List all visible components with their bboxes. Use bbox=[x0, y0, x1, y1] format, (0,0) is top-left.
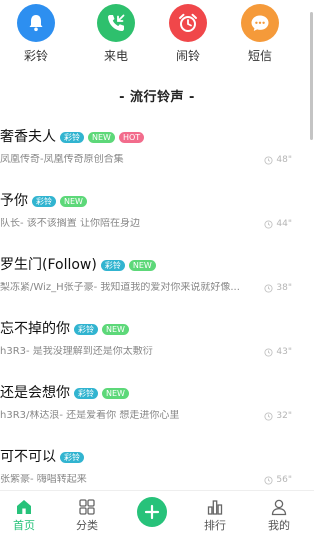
duration: 44" bbox=[264, 219, 292, 229]
song-subtitle: h3R3- 是我没理解到还是你太敷衍 bbox=[0, 346, 153, 357]
cailing-badge: 彩铃 bbox=[74, 323, 98, 335]
tab-category[interactable]: 分类 bbox=[67, 497, 107, 533]
duration-text: 43" bbox=[276, 347, 292, 357]
duration-text: 38" bbox=[276, 283, 292, 293]
clock-icon bbox=[264, 475, 273, 485]
duration: 56" bbox=[264, 475, 292, 485]
song-title: 可不可以 bbox=[0, 449, 56, 465]
tab-label: 首页 bbox=[13, 519, 35, 532]
song-subtitle: 队长- 该不该搁置 让你陪在身边 bbox=[0, 218, 140, 229]
hot-badge: HOT bbox=[118, 131, 145, 143]
clock-icon bbox=[264, 155, 273, 165]
clock-icon bbox=[264, 283, 273, 293]
song-title-row: 奢香夫人 彩铃 NEW HOT bbox=[0, 128, 145, 146]
list-item[interactable]: 罗生门(Follow) 彩铃 NEW 梨冻紧/Wiz_H张子豪- 我知道我的爱对… bbox=[0, 246, 314, 310]
list-item[interactable]: 奢香夫人 彩铃 NEW HOT 凤凰传奇-凤凰传奇原创合集 48" bbox=[0, 118, 314, 182]
song-title-row: 罗生门(Follow) 彩铃 NEW bbox=[0, 256, 156, 274]
bar-chart-icon bbox=[195, 497, 235, 517]
song-title: 忘不掉的你 bbox=[0, 321, 70, 337]
duration: 48" bbox=[264, 155, 292, 165]
list-item[interactable]: 还是会想你 彩铃 NEW h3R3/林达浪- 还是爱着你 想走进你心里 32" bbox=[0, 374, 314, 438]
song-title: 还是会想你 bbox=[0, 385, 70, 401]
new-badge: NEW bbox=[102, 387, 129, 399]
category-label: 彩铃 bbox=[23, 49, 48, 63]
category-laidian[interactable]: 来电 bbox=[94, 4, 138, 63]
cailing-badge: 彩铃 bbox=[100, 259, 125, 271]
clock-icon bbox=[264, 347, 273, 357]
category-cailing[interactable]: 彩铃 bbox=[14, 4, 58, 63]
duration-text: 56" bbox=[276, 475, 292, 485]
list-item[interactable]: 予你 彩铃 NEW 队长- 该不该搁置 让你陪在身边 44" bbox=[0, 182, 314, 246]
song-title: 罗生门(Follow) bbox=[0, 257, 97, 273]
tab-label: 分类 bbox=[76, 519, 98, 532]
new-badge: NEW bbox=[60, 195, 87, 207]
new-badge: NEW bbox=[128, 259, 156, 271]
cailing-badge: 彩铃 bbox=[74, 387, 98, 399]
song-subtitle: h3R3/林达浪- 还是爱着你 想走进你心里 bbox=[0, 410, 180, 421]
category-label: 闹铃 bbox=[175, 49, 200, 63]
song-subtitle: 张紫豪- 嗨唱转起来 bbox=[0, 474, 87, 485]
home-icon bbox=[4, 497, 44, 517]
category-naoling[interactable]: 闹铃 bbox=[166, 4, 210, 63]
new-badge: NEW bbox=[102, 323, 129, 335]
tab-mine[interactable]: 我的 bbox=[259, 497, 299, 533]
message-icon bbox=[241, 4, 279, 42]
category-duanxin[interactable]: 短信 bbox=[238, 4, 282, 63]
duration: 43" bbox=[264, 347, 292, 357]
song-subtitle: 梨冻紧/Wiz_H张子豪- 我知道我的爱对你来说就好像... bbox=[0, 282, 240, 293]
bell-icon bbox=[17, 4, 55, 42]
cailing-badge: 彩铃 bbox=[32, 195, 56, 207]
add-button[interactable] bbox=[137, 497, 167, 527]
song-title: 予你 bbox=[0, 193, 28, 209]
song-subtitle: 凤凰传奇-凤凰传奇原创合集 bbox=[0, 154, 124, 165]
category-label: 来电 bbox=[103, 49, 128, 63]
song-title: 奢香夫人 bbox=[0, 129, 56, 145]
category-label: 短信 bbox=[247, 49, 272, 63]
tab-label: 排行 bbox=[204, 519, 226, 532]
section-title: - 流行铃声 - bbox=[119, 90, 195, 105]
category-shortcuts: 彩铃 来电 闹铃 短信 bbox=[0, 0, 314, 74]
list-item[interactable]: 忘不掉的你 彩铃 NEW h3R3- 是我没理解到还是你太敷衍 43" bbox=[0, 310, 314, 374]
duration: 32" bbox=[264, 411, 292, 421]
plus-icon bbox=[144, 504, 160, 520]
new-badge: NEW bbox=[88, 131, 115, 143]
duration-text: 44" bbox=[276, 219, 292, 229]
cailing-badge: 彩铃 bbox=[60, 451, 84, 463]
user-icon bbox=[259, 497, 299, 517]
song-title-row: 予你 彩铃 NEW bbox=[0, 192, 87, 210]
duration-text: 48" bbox=[276, 155, 292, 165]
tab-label: 我的 bbox=[268, 519, 290, 532]
incoming-call-icon bbox=[97, 4, 135, 42]
tab-home[interactable]: 首页 bbox=[4, 497, 44, 533]
song-title-row: 还是会想你 彩铃 NEW bbox=[0, 384, 129, 402]
alarm-clock-icon bbox=[169, 4, 207, 42]
cailing-badge: 彩铃 bbox=[60, 131, 84, 143]
tab-rank[interactable]: 排行 bbox=[195, 497, 235, 533]
song-title-row: 可不可以 彩铃 bbox=[0, 448, 84, 466]
clock-icon bbox=[264, 219, 273, 229]
grid-icon bbox=[67, 497, 107, 517]
clock-icon bbox=[264, 411, 273, 421]
duration-text: 32" bbox=[276, 411, 292, 421]
duration: 38" bbox=[264, 283, 292, 293]
song-title-row: 忘不掉的你 彩铃 NEW bbox=[0, 320, 129, 338]
